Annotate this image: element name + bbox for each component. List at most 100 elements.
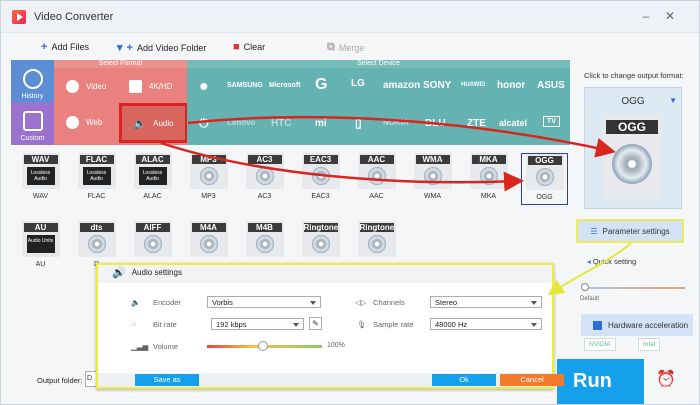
brand-honor[interactable]: honor (497, 80, 525, 91)
save-as-button[interactable]: Save as (135, 374, 199, 386)
volume-value: 100% (327, 342, 345, 349)
alarm-clock-icon[interactable]: ⏰ (656, 369, 676, 389)
channels-select[interactable]: Stereo (430, 296, 542, 308)
format-tile-eac3[interactable]: EAC3 EAC3 (297, 153, 344, 205)
brand-asus[interactable]: ASUS (537, 80, 565, 91)
brand-huawei[interactable]: HUAWEI (461, 82, 485, 88)
samplerate-select[interactable]: 48000 Hz (430, 318, 542, 330)
apple-icon[interactable]: ● (199, 78, 209, 96)
tablet-icon[interactable]: ▯ (355, 116, 362, 130)
param-settings-label: Parameter settings (602, 226, 670, 236)
add-video-folder-button[interactable]: ▾ + Add Video Folder (117, 41, 206, 55)
format-tile-tag: AC3 (247, 155, 282, 164)
volume-knob[interactable] (258, 341, 268, 351)
format-tile-tag: WAV (23, 155, 58, 164)
brand-alcatel[interactable]: alcatel (499, 118, 527, 128)
plus-icon: + (126, 41, 133, 54)
bitrate-icon: ⁘ (131, 320, 138, 329)
format-4k[interactable]: 4K/HD (129, 80, 173, 93)
sidebar-item-custom[interactable]: Custom (11, 102, 54, 145)
close-icon[interactable]: ✕ (663, 9, 677, 23)
format-tile-mka[interactable]: MKA MKA (465, 153, 512, 205)
brand-google[interactable]: G (315, 76, 327, 94)
brand-htc[interactable]: HTC (271, 118, 292, 129)
add-files-button[interactable]: + Add Files (41, 41, 89, 53)
bitrate-select[interactable]: 192 kbps (211, 318, 304, 330)
brand-samsung[interactable]: SAMSUNG (227, 82, 263, 89)
output-format-selector[interactable]: OGG ▼ OGG (584, 87, 682, 209)
format-tile-alac[interactable]: ALAC Lossless Audio ALAC (129, 153, 176, 205)
format-tile-sub: Lossless Audio (138, 167, 167, 185)
format-tile-name: WAV (32, 193, 49, 200)
format-tile-tag: FLAC (79, 155, 114, 164)
edit-pencil-icon[interactable]: ✎ (309, 317, 322, 330)
disc-icon (479, 167, 498, 185)
fourk-label: 4K/HD (149, 82, 173, 91)
output-format-value: OGG (621, 96, 645, 107)
4k-icon (129, 80, 142, 93)
format-tile-name: WMA (423, 193, 442, 200)
brand-sony[interactable]: SONY (423, 80, 451, 91)
web-label: Web (86, 118, 103, 127)
brand-amazon[interactable]: amazon (383, 80, 420, 91)
format-tile-icon: AC3 (245, 153, 284, 189)
quick-setting-slider[interactable] (585, 287, 685, 289)
format-tile-tag: AU (23, 223, 58, 232)
run-button[interactable]: Run (557, 359, 644, 404)
tv-icon[interactable]: TV (543, 116, 560, 127)
format-tile-tag: M4A (191, 223, 226, 232)
hardware-acceleration-button[interactable]: Hardware acceleration (581, 314, 693, 336)
chip-icon (593, 320, 602, 330)
disc-icon (311, 235, 330, 253)
ok-button[interactable]: Ok (432, 374, 496, 386)
format-audio[interactable]: 🔈 Audio (119, 103, 188, 143)
brand-zte[interactable]: ZTE (467, 118, 486, 129)
format-tile-wav[interactable]: WAV Lossless Audio WAV (17, 153, 64, 205)
quick-setting-knob[interactable] (581, 283, 589, 291)
disc-icon (535, 168, 554, 186)
parameter-settings-button[interactable]: ☰ Parameter settings (576, 219, 684, 243)
format-tile-icon: MP3 (189, 153, 228, 189)
format-tile-tag: EAC3 (303, 155, 338, 164)
history-label: History (21, 93, 44, 100)
format-tile-icon: AAC (357, 153, 396, 189)
format-tile-icon: AU Audio Units (21, 221, 60, 257)
format-tile-aac[interactable]: AAC AAC (353, 153, 400, 205)
plus-icon: + (41, 41, 48, 53)
brand-nokia[interactable]: NOKIA (383, 118, 409, 127)
brand-lenovo[interactable]: Lenovo (227, 118, 255, 127)
format-tile-tag: MKA (471, 155, 506, 164)
ogg-cover-label: OGG (606, 120, 658, 134)
sidebar-item-history[interactable]: History (11, 60, 54, 103)
merge-button[interactable]: ⧉ Merge (327, 41, 364, 54)
format-tile-ogg[interactable]: OGG OGG (521, 153, 568, 205)
format-tile-wma[interactable]: WMA WMA (409, 153, 456, 205)
format-tile-au[interactable]: AU Audio Units AU (17, 221, 64, 273)
chevron-down-icon: ▾ (117, 42, 123, 54)
bitrate-label: Bit rate (153, 320, 177, 329)
brand-blu[interactable]: BLU (425, 118, 446, 129)
format-tile-ac3[interactable]: AC3 AC3 (241, 153, 288, 205)
format-video[interactable]: Video (66, 80, 106, 93)
brand-mi[interactable]: mi (315, 118, 327, 129)
ogg-cover-icon: OGG (602, 114, 662, 200)
format-tile-mp3[interactable]: MP3 MP3 (185, 153, 232, 205)
format-tile-name: AAC (369, 193, 384, 200)
disc-icon (199, 235, 218, 253)
encoder-select[interactable]: Vorbis (207, 296, 321, 308)
format-tile-flac[interactable]: FLAC Lossless Audio FLAC (73, 153, 120, 205)
format-web[interactable]: Web (66, 116, 102, 129)
minimize-icon[interactable]: – (639, 9, 653, 23)
output-folder-label: Output folder: (37, 376, 83, 385)
format-tile-sub: Lossless Audio (26, 167, 55, 185)
disc-icon (199, 167, 218, 185)
clear-button[interactable]: ■ Clear (233, 41, 265, 53)
brand-microsoft[interactable]: Microsoft (269, 82, 301, 89)
disc-icon (87, 235, 106, 253)
format-tile-icon: MKA (469, 153, 508, 189)
format-tile-sub: Audio Units (26, 235, 55, 253)
brand-lg[interactable]: LG (351, 78, 365, 89)
cancel-button[interactable]: Cancel (500, 374, 564, 386)
power-icon[interactable]: ⏻ (199, 116, 209, 131)
encoder-label: Encoder (153, 298, 181, 307)
